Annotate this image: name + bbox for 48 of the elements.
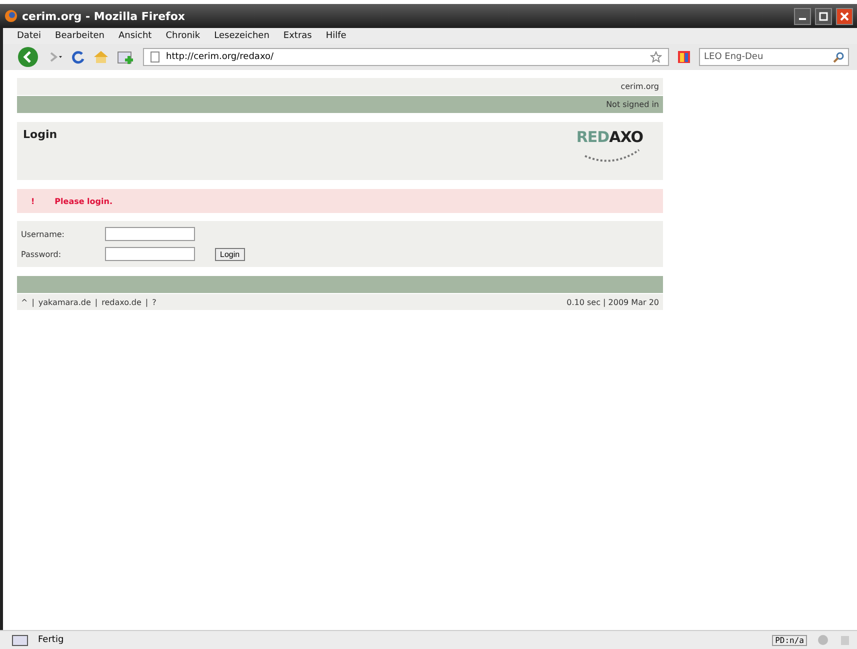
page-icon bbox=[150, 51, 160, 63]
window-title: cerim.org - Mozilla Firefox bbox=[22, 10, 186, 22]
menu-item[interactable]: Hilfe bbox=[326, 31, 346, 41]
footer-link[interactable]: ? bbox=[152, 298, 156, 306]
maximize-button[interactable] bbox=[815, 8, 832, 24]
footer-info: 0.10 sec | 2009 Mar 20 bbox=[566, 298, 659, 306]
close-icon bbox=[840, 12, 849, 20]
minimize-button[interactable] bbox=[794, 8, 811, 24]
error-text: Please login. bbox=[54, 196, 112, 206]
dictionary-icon[interactable] bbox=[677, 50, 691, 64]
close-button[interactable] bbox=[836, 8, 853, 24]
search-field[interactable]: LEO Eng-Deu bbox=[699, 48, 849, 66]
circle-icon bbox=[817, 634, 829, 646]
menu-item[interactable]: Ansicht bbox=[118, 31, 152, 41]
separator: | bbox=[145, 298, 148, 306]
footer-link[interactable]: ^ bbox=[21, 298, 28, 306]
menu-item[interactable]: Bearbeiten bbox=[55, 31, 104, 41]
menu-item[interactable]: Extras bbox=[283, 31, 312, 41]
user-status: Not signed in bbox=[606, 100, 659, 109]
menu-item[interactable]: Chronik bbox=[166, 31, 200, 41]
site-name: cerim.org bbox=[620, 82, 659, 91]
footer-link[interactable]: yakamara.de bbox=[38, 298, 91, 306]
separator: | bbox=[32, 298, 34, 306]
field-label: Password: bbox=[21, 250, 62, 258]
back-icon[interactable] bbox=[17, 46, 39, 68]
input-field[interactable] bbox=[105, 247, 195, 261]
status-text: Fertig bbox=[38, 635, 65, 645]
field-label: Username: bbox=[21, 230, 66, 238]
browser-logo-icon bbox=[4, 9, 18, 23]
page-heading: Login bbox=[23, 128, 58, 143]
login-button[interactable]: Login bbox=[215, 248, 245, 260]
search-icon[interactable] bbox=[833, 52, 844, 62]
minimize-icon bbox=[799, 18, 806, 20]
footer-link[interactable]: redaxo.de bbox=[102, 298, 142, 306]
separator: | bbox=[94, 298, 98, 306]
menu-item[interactable]: Lesezeichen bbox=[214, 31, 270, 41]
addon-icon bbox=[839, 634, 851, 646]
address-bar[interactable]: http://cerim.org/redaxo/ bbox=[143, 48, 669, 66]
logo-wordmark: REDAXO bbox=[576, 128, 643, 146]
maximize-icon bbox=[819, 12, 828, 20]
reload-icon[interactable] bbox=[71, 50, 85, 64]
folder-add-icon[interactable] bbox=[117, 50, 135, 64]
warning-mark: ! bbox=[31, 196, 35, 206]
star-icon[interactable] bbox=[650, 51, 662, 63]
menu-item[interactable]: Datei bbox=[17, 31, 42, 41]
input-field[interactable] bbox=[105, 227, 195, 241]
status-icon bbox=[12, 634, 28, 646]
status-badge: PD:n/a bbox=[772, 634, 807, 646]
